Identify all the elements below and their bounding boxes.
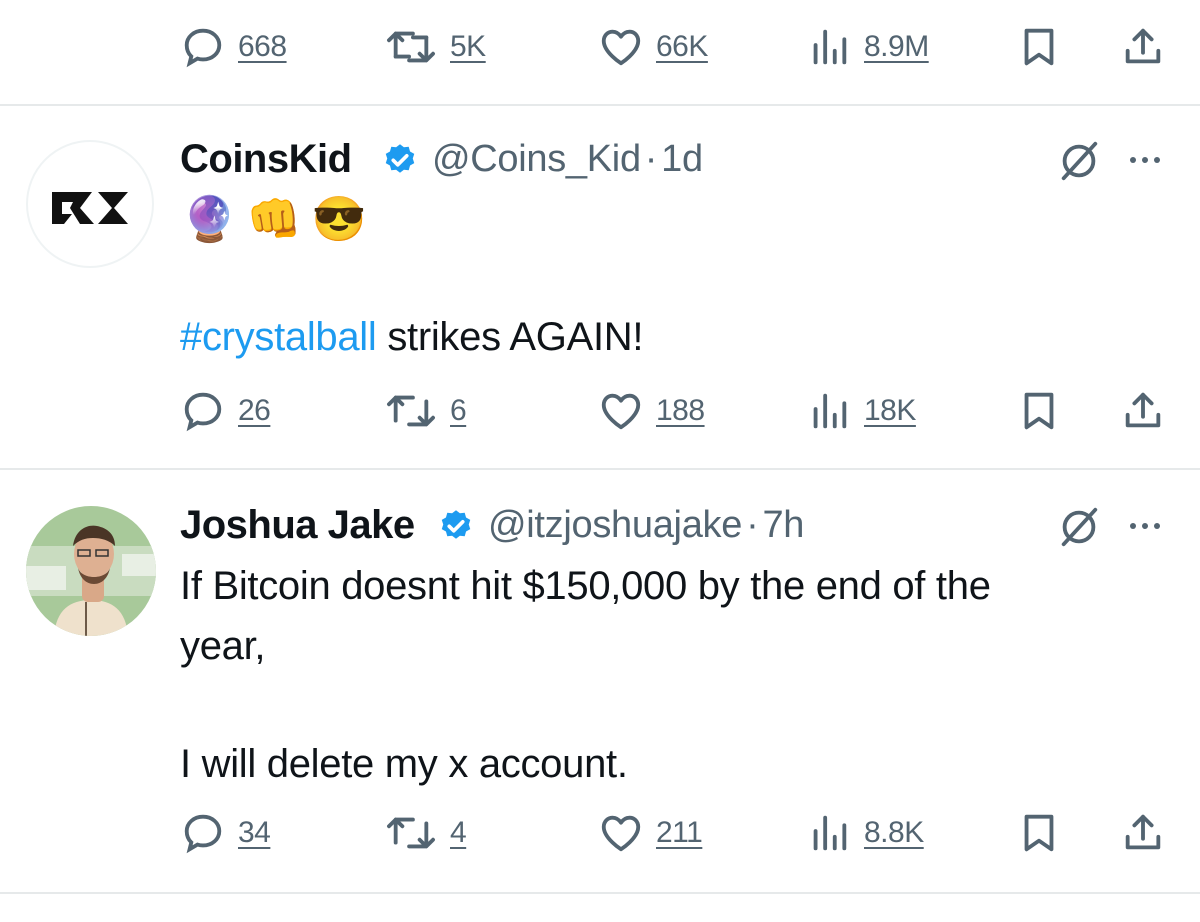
tweet-meta: @itzjoshuajake · 7h [488, 504, 804, 547]
avatar[interactable] [26, 140, 154, 268]
tweet-text-line: I will delete my x account. [180, 742, 628, 786]
more-icon [1130, 523, 1136, 529]
reply-count: 34 [238, 816, 271, 849]
divider [0, 104, 1200, 106]
views-count: 8.9M [864, 30, 929, 63]
repost-button[interactable]: 4 [384, 810, 467, 856]
bookmark-button[interactable] [1016, 24, 1062, 70]
reply-icon [184, 28, 222, 68]
handle[interactable]: @itzjoshuajake [488, 504, 742, 546]
share-button[interactable] [1120, 24, 1166, 70]
like-button[interactable]: 211 [598, 810, 703, 856]
tweet-text-line: If Bitcoin doesnt hit $150,000 by the en… [180, 564, 991, 608]
repost-count: 4 [450, 816, 467, 849]
reply-button[interactable]: 26 [180, 388, 271, 434]
hashtag-link[interactable]: #crystalball [180, 315, 377, 359]
grok-button[interactable] [1056, 138, 1102, 189]
views-button[interactable]: 8.9M [806, 24, 929, 70]
reply-icon [184, 392, 222, 432]
reply-count: 26 [238, 394, 271, 427]
bookmark-button[interactable] [1016, 388, 1062, 434]
fist-emoji: 👊 [246, 195, 302, 244]
like-count: 188 [656, 394, 705, 427]
repost-icon [387, 31, 435, 63]
grok-button[interactable] [1056, 504, 1102, 555]
reply-button[interactable]: 34 [180, 810, 271, 856]
share-icon [1125, 814, 1161, 850]
views-count: 18K [864, 394, 916, 427]
repost-button[interactable]: 5K [384, 24, 486, 70]
views-icon [813, 815, 847, 851]
avatar[interactable] [26, 506, 156, 636]
separator: · [746, 504, 759, 546]
crystal-ball-emoji: 🔮 [182, 195, 237, 244]
display-name[interactable]: Joshua Jake [180, 503, 415, 548]
separator: · [644, 138, 658, 180]
views-count: 8.8K [864, 816, 924, 849]
views-icon [813, 29, 847, 65]
share-icon [1125, 392, 1161, 428]
grok-icon [1061, 141, 1098, 181]
more-icon [1130, 157, 1136, 163]
bookmark-icon [1024, 814, 1054, 852]
repost-count: 6 [450, 394, 467, 427]
verified-badge-icon [382, 142, 418, 183]
grok-icon [1061, 507, 1098, 547]
tweet-text-line [180, 676, 991, 734]
like-icon [601, 815, 641, 852]
sunglasses-emoji: 😎 [311, 195, 367, 244]
display-name[interactable]: CoinsKid [180, 137, 352, 182]
like-count: 211 [656, 816, 703, 849]
verified-badge-icon [438, 508, 474, 549]
tweet-text-line: year, [180, 624, 266, 668]
timestamp[interactable]: 1d [661, 138, 703, 180]
more-button[interactable] [1130, 523, 1160, 529]
divider [0, 468, 1200, 470]
views-icon [813, 393, 847, 429]
profile-photo [26, 506, 156, 636]
reply-button[interactable]: 668 [180, 24, 287, 70]
divider [0, 892, 1200, 894]
handle[interactable]: @Coins_Kid [432, 138, 641, 180]
views-button[interactable]: 8.8K [806, 810, 924, 856]
reply-icon [184, 814, 222, 854]
timestamp[interactable]: 7h [762, 504, 804, 546]
like-icon [601, 393, 641, 430]
repost-icon [387, 395, 435, 427]
like-button[interactable]: 66K [598, 24, 708, 70]
like-button[interactable]: 188 [598, 388, 705, 434]
repost-button[interactable]: 6 [384, 388, 467, 434]
share-button[interactable] [1120, 810, 1166, 856]
bookmark-icon [1024, 28, 1054, 66]
bookmark-button[interactable] [1016, 810, 1062, 856]
tweet-meta: @Coins_Kid · 1d [432, 138, 703, 181]
repost-count: 5K [450, 30, 486, 63]
bookmark-icon [1024, 392, 1054, 430]
share-button[interactable] [1120, 388, 1166, 434]
tweet-text: If Bitcoin doesnt hit $150,000 by the en… [180, 556, 991, 794]
views-button[interactable]: 18K [806, 388, 916, 434]
tweet-text: #crystalball strikes AGAIN! [180, 307, 643, 367]
more-button[interactable] [1130, 157, 1160, 163]
reply-count: 668 [238, 30, 287, 63]
repost-icon [387, 817, 435, 849]
tweet-text-body: strikes AGAIN! [387, 315, 644, 359]
like-count: 66K [656, 30, 708, 63]
emoji-row: 🔮 👊 😎 [182, 190, 366, 250]
coinskid-logo-icon [52, 192, 128, 224]
like-icon [601, 29, 641, 66]
share-icon [1125, 28, 1161, 64]
